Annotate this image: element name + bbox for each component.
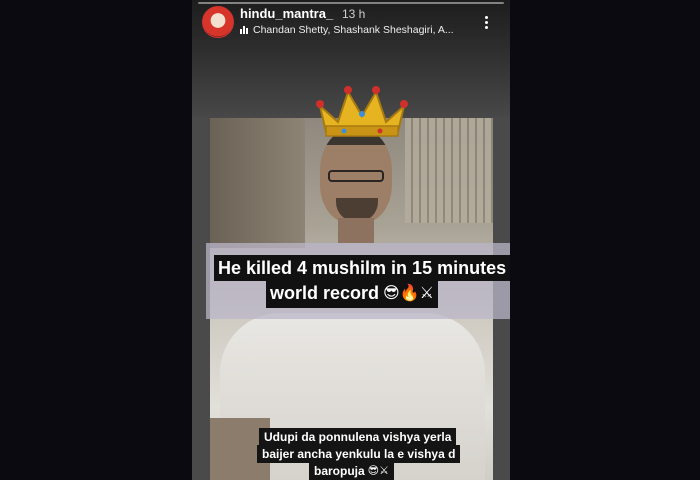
photo-window — [405, 118, 493, 223]
avatar[interactable] — [202, 6, 234, 38]
username[interactable]: hindu_mantra_ — [240, 6, 333, 21]
crown-icon — [316, 86, 408, 137]
caption-line-2: world record 😎🔥⚔ — [266, 278, 438, 308]
photo-wall — [210, 118, 305, 248]
tagged-users-row[interactable]: Chandan Shetty, Shashank Sheshagiri, A..… — [240, 24, 454, 36]
caption-emojis: 😎🔥⚔ — [383, 283, 434, 302]
photo-glasses — [328, 170, 384, 182]
photo-neck — [338, 218, 374, 243]
subtitle-line-3-text: baropuja — [314, 464, 365, 478]
more-vertical-icon[interactable] — [478, 12, 494, 32]
subtitle-line-3: baropuja 😎⚔ — [309, 462, 395, 480]
post-time: 13 h — [342, 7, 366, 21]
story-progress-bar — [198, 2, 504, 4]
audio-bars-icon — [240, 26, 248, 34]
subtitle-line-1: Udupi da ponnulena vishya yerla — [259, 428, 457, 446]
story-header: hindu_mantra_ 13 h Chandan Shetty, Shash… — [202, 6, 502, 40]
caption-line-2-text: world record — [270, 283, 380, 303]
subtitle-line-2: baijer ancha yenkulu la e vishya d — [257, 445, 461, 463]
subtitle-emojis: 😎⚔ — [367, 464, 390, 477]
story-viewer[interactable]: hindu_mantra_ 13 h Chandan Shetty, Shash… — [192, 0, 510, 480]
tagged-users: Chandan Shetty, Shashank Sheshagiri, A..… — [253, 24, 454, 36]
